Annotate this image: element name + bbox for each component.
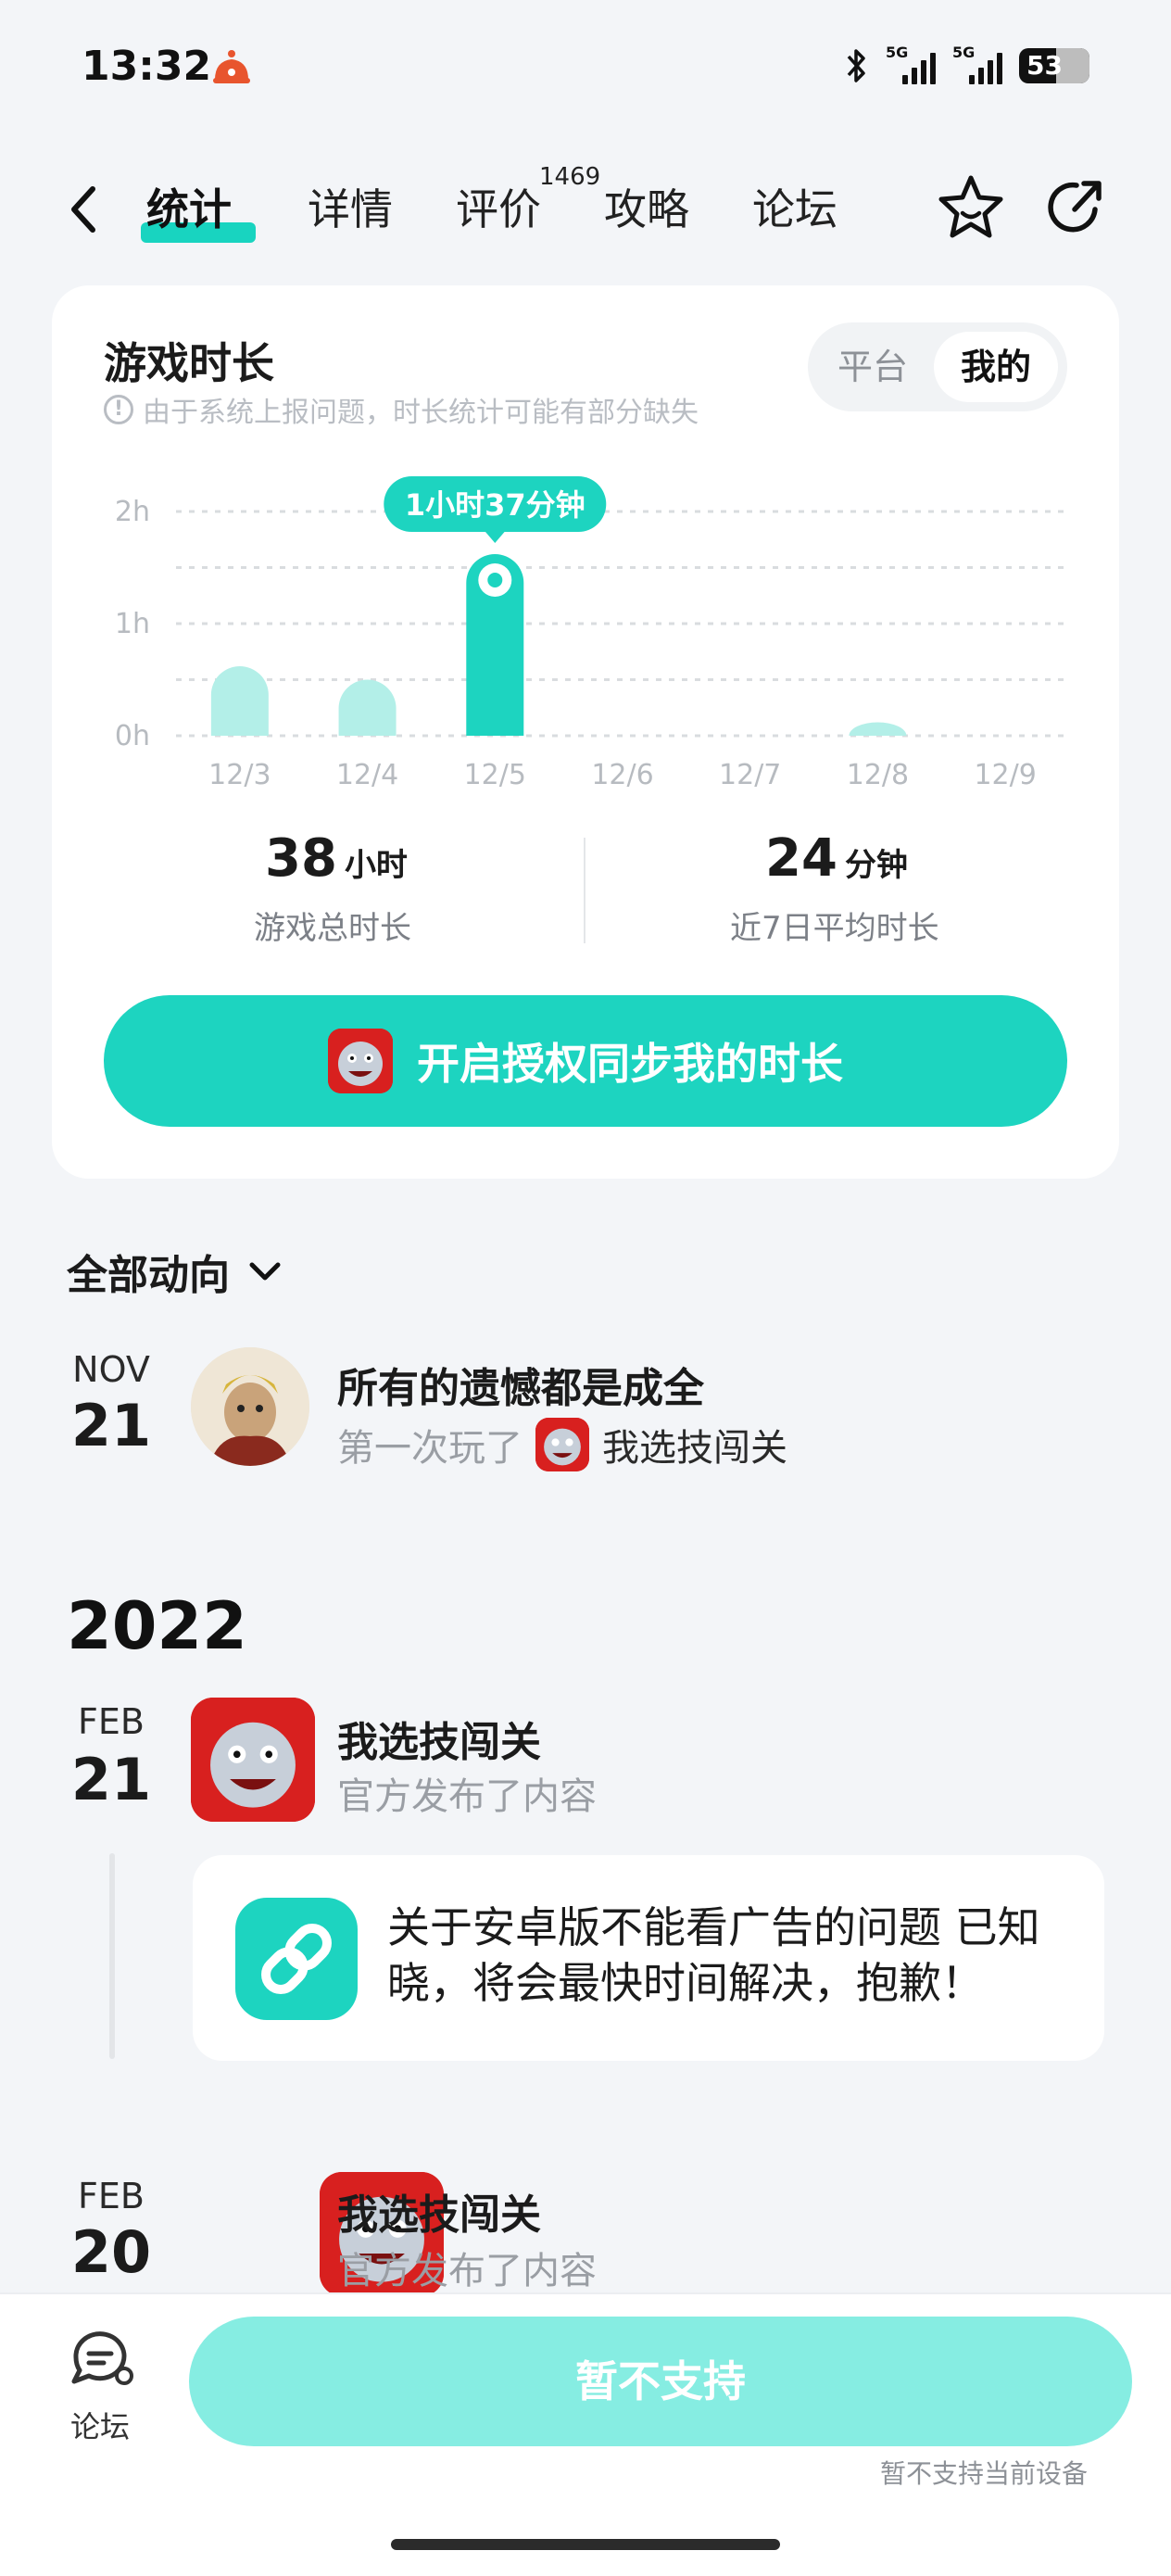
link-icon bbox=[235, 1898, 358, 2020]
feed-post-title[interactable]: 我选技闯关 bbox=[337, 2181, 541, 2241]
unsupported-note: 暂不支持当前设备 bbox=[880, 2458, 1089, 2489]
user-avatar[interactable] bbox=[191, 1347, 309, 1466]
star-face-icon[interactable] bbox=[936, 172, 1006, 243]
toggle-platform[interactable]: 平台 bbox=[817, 332, 928, 402]
average-playtime-value: 24 分钟 bbox=[765, 828, 908, 889]
forum-label[interactable]: 论坛 bbox=[70, 2404, 130, 2446]
bluetooth-icon bbox=[847, 49, 865, 82]
feed-post-subtitle: 官方发布了内容 bbox=[337, 2250, 597, 2292]
x-tick-label: 12/9 bbox=[974, 759, 1036, 791]
feed-post-title[interactable]: 我选技闯关 bbox=[337, 1709, 541, 1768]
status-indicators: 5G 5G 53 bbox=[843, 44, 1089, 87]
card-title: 游戏时长 bbox=[104, 338, 274, 388]
y-tick-label: 2h bbox=[115, 496, 150, 528]
x-tick-label: 12/3 bbox=[208, 759, 271, 791]
reviews-count-badge: 1469 bbox=[539, 163, 601, 191]
playtime-chart: 0h 1h 2h 12/3 12/4 12/5 12/6 12/7 12/8 12/9 1小时37分… bbox=[115, 476, 1069, 791]
x-tick-label: 12/6 bbox=[591, 759, 653, 791]
x-tick-label: 12/5 bbox=[464, 759, 526, 791]
bar bbox=[849, 722, 907, 736]
y-tick-label: 0h bbox=[115, 720, 150, 752]
game-link[interactable]: 我选技闯关 bbox=[602, 1418, 787, 1471]
source-toggle: 平台 我的 bbox=[808, 322, 1067, 411]
card-note-text: 由于系统上报问题，时长统计可能有部分缺失 bbox=[143, 397, 699, 429]
feed-post-subtitle: 官方发布了内容 bbox=[337, 1775, 597, 1818]
activity-filter-dropdown[interactable]: 全部动向 bbox=[67, 1242, 283, 1301]
chevron-left-icon[interactable] bbox=[65, 182, 102, 237]
date-month: FEB bbox=[78, 2176, 145, 2216]
timeline-line bbox=[109, 1853, 115, 2059]
status-time: 13:32 bbox=[82, 43, 212, 90]
highlight-marker-dot bbox=[487, 572, 503, 587]
x-tick-label: 12/7 bbox=[719, 759, 781, 791]
y-tick-label: 1h bbox=[115, 608, 150, 640]
tab-guides[interactable]: 攻略 bbox=[604, 176, 689, 237]
card-note: ! 由于系统上报问题，时长统计可能有部分缺失 bbox=[104, 389, 699, 430]
forum-chat-icon[interactable] bbox=[67, 2324, 133, 2391]
tab-reviews[interactable]: 评价 bbox=[456, 176, 541, 237]
feed-item-subtitle: 第一次玩了 我选技闯关 bbox=[337, 1418, 787, 1471]
date-month: NOV bbox=[72, 1349, 150, 1390]
signal-icon: 5G bbox=[952, 44, 1002, 84]
total-playtime-value: 38 小时 bbox=[265, 828, 408, 889]
chevron-down-icon bbox=[249, 1262, 281, 1281]
tooltip-label: 1小时37分钟 bbox=[405, 487, 586, 523]
game-monster-icon bbox=[328, 1029, 393, 1093]
share-icon[interactable] bbox=[1041, 172, 1112, 243]
date-day: 21 bbox=[70, 1392, 152, 1459]
signal-icon: 5G bbox=[886, 44, 936, 84]
tab-details[interactable]: 详情 bbox=[308, 176, 393, 237]
game-monster-icon[interactable] bbox=[191, 1698, 315, 1822]
tab-stats[interactable]: 统计 bbox=[146, 176, 232, 237]
total-playtime-label: 游戏总时长 bbox=[254, 910, 411, 947]
home-indicator[interactable] bbox=[391, 2539, 780, 2550]
bar bbox=[210, 665, 269, 736]
filter-label: 全部动向 bbox=[67, 1252, 230, 1299]
tab-forum[interactable]: 论坛 bbox=[752, 176, 837, 237]
unsupported-button[interactable]: 暂不支持 bbox=[189, 2317, 1132, 2446]
sync-auth-button[interactable]: 开启授权同步我的时长 bbox=[104, 995, 1067, 1127]
notification-app-icon bbox=[213, 50, 250, 83]
sync-auth-label: 开启授权同步我的时长 bbox=[417, 1039, 843, 1089]
average-playtime-label: 近7日平均时长 bbox=[730, 910, 939, 947]
feed-item-title[interactable]: 所有的遗憾都是成全 bbox=[337, 1355, 704, 1414]
date-day: 20 bbox=[70, 2218, 152, 2286]
game-monster-icon bbox=[535, 1418, 589, 1471]
toggle-mine[interactable]: 我的 bbox=[934, 332, 1058, 402]
info-icon: ! bbox=[104, 395, 133, 424]
year-header: 2022 bbox=[67, 1588, 247, 1664]
tooltip-pointer bbox=[484, 530, 507, 543]
x-tick-label: 12/4 bbox=[336, 759, 398, 791]
divider bbox=[584, 838, 586, 943]
date-month: FEB bbox=[78, 1701, 145, 1742]
battery-icon: 53 bbox=[1019, 48, 1089, 83]
post-content: 关于安卓版不能看广告的问题 已知晓，将会最快时间解决，抱歉！ bbox=[387, 1902, 1040, 2008]
x-tick-label: 12/8 bbox=[847, 759, 909, 791]
bar bbox=[338, 679, 397, 736]
date-day: 21 bbox=[70, 1746, 152, 1813]
